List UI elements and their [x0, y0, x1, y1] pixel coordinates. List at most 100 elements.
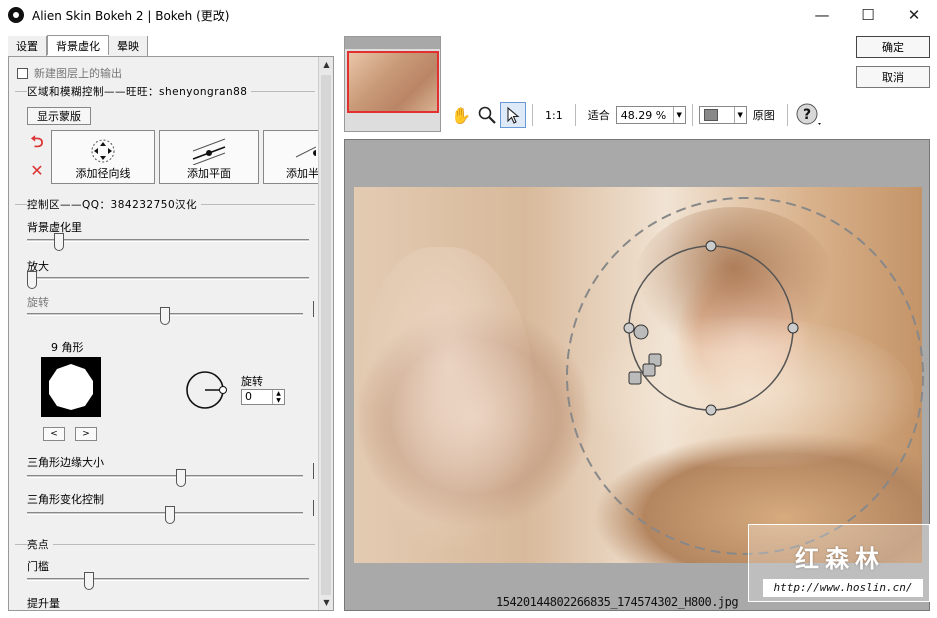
center-handle[interactable] [633, 324, 649, 340]
scroll-up-icon[interactable]: ▲ [319, 57, 333, 72]
zoom-tool-icon[interactable] [474, 102, 500, 128]
settings-panel: 新建图层上的输出 区域和模糊控制——旺旺：shenyongran88 显示蒙版 … [8, 56, 334, 611]
close-button[interactable]: ✕ [891, 0, 937, 30]
size-track [27, 277, 309, 280]
chevron-down-icon[interactable]: ▼ [672, 107, 685, 123]
polygon-preview [41, 357, 101, 417]
maximize-button[interactable]: ☐ [845, 0, 891, 30]
new-layer-label: 新建图层上的输出 [34, 67, 122, 80]
navigator-header [345, 37, 440, 49]
site-watermark: 红森林 http://www.hoslin.cn/ [748, 524, 930, 602]
navigator-image[interactable] [347, 51, 439, 113]
tri-change-end-tick [311, 500, 314, 516]
polygon-prev-button[interactable]: < [43, 427, 65, 441]
rotation-spinbox[interactable]: 0 ▲ ▼ [241, 389, 285, 405]
tri-edge-label: 三角形边缘大小 [27, 456, 104, 469]
rotation-handle[interactable] [642, 363, 656, 377]
add-plane-label: 添加平面 [187, 167, 231, 180]
add-radial-button[interactable]: 添加径向线 [51, 130, 155, 184]
rotate-end-tick [311, 301, 314, 317]
window-controls: — ☐ ✕ [799, 0, 937, 30]
zoom-value: 48.29 % [620, 108, 667, 122]
rotate-slider[interactable] [160, 307, 170, 325]
title-bar: Alien Skin Bokeh 2 | Bokeh (更改) — ☐ ✕ [0, 0, 937, 30]
zoom-select[interactable]: 48.29 % ▼ [615, 106, 686, 124]
app-logo-icon [8, 7, 24, 23]
radial-icon [91, 139, 115, 163]
tri-edge-slider[interactable] [175, 469, 186, 487]
threshold-slider[interactable] [84, 572, 95, 590]
scroll-thumb[interactable] [321, 75, 331, 595]
threshold-track [27, 578, 309, 581]
toolbar-separator [691, 104, 693, 126]
tri-change-slider[interactable] [165, 506, 176, 524]
size-slider[interactable] [27, 271, 37, 289]
control-group-label: 控制区——QQ：384232750汉化 [27, 197, 202, 212]
watermark-url: http://www.hoslin.cn/ [763, 579, 923, 597]
ring-handle-right[interactable] [787, 322, 799, 334]
zoom-100-button[interactable]: 1:1 [545, 109, 563, 122]
panel-scrollbar[interactable]: ▲ ▼ [318, 57, 333, 610]
threshold-label: 门槛 [27, 560, 49, 573]
ring-handle-bottom[interactable] [705, 404, 717, 416]
blur-amount-slider[interactable] [54, 233, 65, 251]
new-layer-checkbox[interactable] [17, 67, 28, 79]
navigator-thumbnail[interactable] [344, 36, 441, 132]
scroll-down-icon[interactable]: ▼ [319, 595, 333, 610]
inner-focus-ring[interactable] [628, 245, 794, 411]
ring-handle-top[interactable] [705, 240, 717, 252]
minimize-button[interactable]: — [799, 0, 845, 30]
blur-amount-track [27, 239, 309, 242]
toolbar-separator [532, 104, 533, 126]
cancel-button[interactable]: 取消 [856, 66, 930, 88]
tab-bokeh[interactable]: 背景虚化 [47, 35, 109, 55]
toolbar-separator [574, 104, 576, 126]
undo-arrow-icon[interactable]: ⮌ [27, 132, 47, 154]
ring-handle-left[interactable] [623, 322, 635, 334]
show-mask-button[interactable]: 显示蒙版 [27, 107, 91, 125]
polygon-label: 9 角形 [51, 341, 84, 354]
tri-change-label: 三角形变化控制 [27, 493, 104, 506]
tri-edge-end-tick [311, 463, 314, 479]
new-layer-option[interactable]: 新建图层上的输出 [17, 65, 122, 81]
rotation-label: 旋转 [241, 375, 263, 388]
half-plane-icon [295, 146, 316, 158]
watermark-title: 红森林 [795, 545, 885, 573]
fit-button[interactable]: 适合 [588, 107, 610, 123]
delete-x-icon[interactable]: ✕ [27, 160, 47, 180]
ok-button[interactable]: 确定 [856, 36, 930, 58]
add-plane-button[interactable]: 添加平面 [159, 130, 259, 184]
nonagon-shape-icon [49, 364, 93, 410]
help-icon[interactable]: ? [794, 102, 824, 128]
window-title: Alien Skin Bokeh 2 | Bokeh (更改) [32, 8, 230, 23]
hand-tool-icon[interactable]: ✋ [448, 102, 474, 128]
add-half-plane-label: 添加半 [286, 167, 319, 180]
polygon-next-button[interactable]: > [75, 427, 97, 441]
outer-blur-ring[interactable] [566, 197, 924, 555]
view-toolbar: ✋ 1:1 适合 48.29 % ▼ ▼ 原图 ? [448, 100, 824, 130]
original-toggle[interactable]: 原图 [753, 107, 775, 123]
image-filename: 15420144802266835_174574302_H800.jpg [496, 595, 739, 609]
tab-settings[interactable]: 设置 [8, 36, 47, 56]
region-group-label: 区域和模糊控制——旺旺：shenyongran88 [27, 84, 252, 99]
rotation-handle[interactable] [628, 371, 642, 385]
add-half-plane-button[interactable]: 添加半 [263, 130, 323, 184]
tab-bar: 设置 背景虚化 晕映 [8, 35, 148, 56]
chevron-down-icon[interactable]: ▼ [733, 107, 746, 123]
rotation-dial-icon[interactable] [185, 367, 235, 413]
background-color-select[interactable]: ▼ [698, 106, 747, 124]
highlight-group-label: 亮点 [27, 537, 53, 552]
plane-icon [192, 138, 226, 165]
divider [15, 544, 315, 545]
add-radial-label: 添加径向线 [75, 167, 131, 180]
toolbar-separator [786, 104, 788, 126]
boost-label: 提升量 [27, 597, 60, 610]
spin-arrows-icon[interactable]: ▲ ▼ [272, 390, 284, 404]
tri-edge-track [27, 475, 303, 478]
tab-vignette[interactable]: 晕映 [109, 36, 148, 56]
color-swatch [703, 109, 718, 121]
help-glyph: ? [803, 107, 811, 123]
arrow-tool-icon[interactable] [500, 102, 526, 128]
rotate-label: 旋转 [27, 296, 49, 309]
rotation-value: 0 [245, 390, 252, 403]
